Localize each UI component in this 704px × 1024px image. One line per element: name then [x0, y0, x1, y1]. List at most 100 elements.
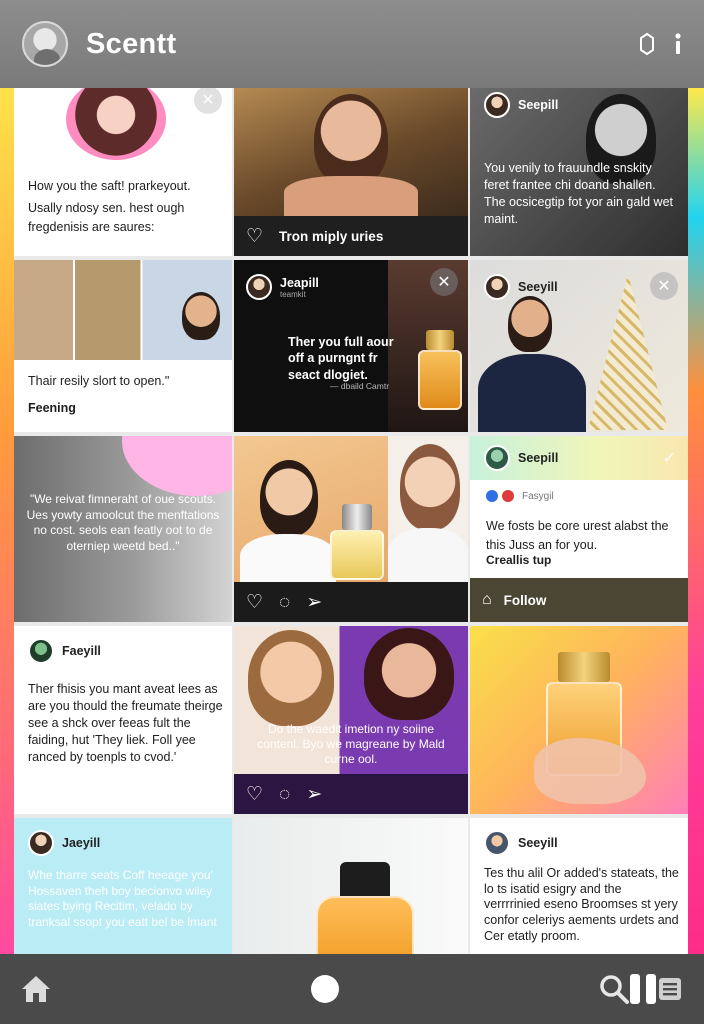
post-header: Seeyill — [484, 830, 558, 856]
post-image-body — [240, 534, 336, 582]
search-icon[interactable] — [598, 973, 630, 1005]
feed-card[interactable]: Seepill ✓ Fasygil We fosts be core urest… — [470, 436, 688, 622]
share-icon[interactable]: ➢ — [306, 785, 322, 804]
comment-icon[interactable]: ◌ — [279, 785, 290, 804]
record-button[interactable] — [311, 975, 339, 1003]
feed-card[interactable]: ♡ Tron miply uries — [234, 88, 468, 256]
left-gradient-edge — [0, 88, 14, 954]
notification-icon[interactable] — [638, 32, 656, 56]
pink-blob-decoration — [122, 436, 232, 496]
post-label: Tron miply uries — [279, 228, 384, 244]
feed-card[interactable]: ♡ ◌ ➢ — [234, 436, 468, 622]
post-image-second-body — [388, 528, 468, 582]
app-title: Scentt — [86, 27, 177, 60]
post-header: Seeyill — [484, 274, 558, 300]
comment-icon[interactable]: ◌ — [279, 593, 290, 612]
bottle-image-cap — [426, 330, 454, 350]
right-gradient-edge — [686, 88, 704, 954]
feed-card[interactable]: Do the waedit imetion ny soiine contenl.… — [234, 626, 468, 814]
pinterest-icon — [502, 490, 514, 502]
user-avatar[interactable] — [246, 274, 272, 300]
post-text: Whe tharre seats Coff heeage you' Hossav… — [28, 868, 217, 929]
pause-button[interactable] — [630, 974, 656, 1004]
feed-card[interactable]: Jaeyill Whe tharre seats Coff heeage you… — [14, 818, 232, 964]
hand-image — [534, 738, 646, 804]
username[interactable]: Seeyill — [518, 280, 558, 294]
post-image — [248, 630, 334, 726]
post-image — [508, 296, 552, 352]
feed-card[interactable]: Seepill You venily to frauundle snskity … — [470, 88, 688, 256]
post-image-suit — [478, 354, 586, 432]
user-avatar[interactable] — [484, 274, 510, 300]
app-header: Scentt — [0, 0, 704, 88]
post-action-bar: ♡ Tron miply uries — [234, 216, 468, 256]
info-icon[interactable] — [674, 32, 682, 56]
feed-card[interactable] — [234, 818, 468, 964]
feed-grid: ✕ How you the saft! prarkeyout. Usally n… — [14, 88, 688, 964]
post-subheader: Fasygil — [486, 490, 554, 502]
post-header: Jaeyill — [28, 830, 100, 856]
post-header: Seepill — [484, 92, 558, 118]
bottle-image-cap — [340, 862, 390, 898]
post-image-second — [400, 444, 460, 530]
bottle-image — [418, 350, 462, 410]
post-image-person — [182, 292, 220, 340]
post-text: Usally ndosy sen. hest ough fregdenisis … — [28, 201, 185, 234]
user-avatar[interactable] — [28, 830, 54, 856]
user-subtitle: teamkit — [280, 289, 306, 299]
follow-button[interactable]: Follow — [504, 593, 547, 608]
feed-card[interactable]: "We reivat fimneraht of oue scouts. Ues … — [14, 436, 232, 622]
feed-card[interactable]: Faeyill Ther fhisis you mant aveat lees … — [14, 626, 232, 814]
post-image-body — [284, 176, 418, 216]
username[interactable]: Seepill — [518, 98, 558, 112]
post-caption: How you the saft! prarkeyout. — [28, 179, 191, 193]
checkmark-icon[interactable]: ✓ — [663, 448, 676, 468]
post-header: Faeyill — [28, 638, 101, 664]
username[interactable]: Seepill — [518, 451, 558, 465]
post-quote: Do the waedit imetion ny soiine contenl.… — [257, 722, 445, 766]
feed-card[interactable]: ✕ Jeapill teamkit Ther you full aour off… — [234, 260, 468, 432]
quote-attribution: — dbaild Camtr — [330, 381, 390, 391]
username[interactable]: Jeapill — [280, 276, 319, 290]
feed-card[interactable]: Thair resily slort to open." Feening — [14, 260, 232, 432]
user-avatar[interactable] — [484, 830, 510, 856]
feed-card[interactable]: ✕ Seeyill — [470, 260, 688, 432]
heart-icon[interactable]: ♡ — [246, 593, 263, 612]
heart-icon[interactable]: ♡ — [246, 785, 263, 804]
close-button[interactable]: ✕ — [430, 268, 458, 296]
post-header: Seepill — [484, 445, 558, 471]
bottle-image-cap — [342, 504, 372, 530]
close-button[interactable]: ✕ — [194, 88, 222, 114]
bottle-image-cap — [558, 652, 610, 682]
post-image — [66, 88, 166, 160]
username[interactable]: Faeyill — [62, 644, 101, 658]
post-header: Jeapill teamkit — [246, 274, 319, 300]
bottle-image — [330, 530, 384, 580]
post-quote: Ther you full aour off a purngnt fr seac… — [288, 335, 394, 382]
feed-card[interactable] — [470, 626, 688, 814]
follow-bar[interactable]: ⌂ Follow — [470, 578, 688, 622]
pause-icon-bar-left — [630, 974, 640, 1004]
post-label: Creallis tup — [486, 553, 552, 567]
share-icon[interactable]: ➢ — [306, 593, 322, 612]
profile-avatar[interactable] — [22, 21, 68, 67]
home-icon[interactable] — [20, 974, 52, 1004]
post-image — [314, 94, 388, 186]
username[interactable]: Jaeyill — [62, 836, 100, 850]
feed-card[interactable]: Seeyill Tes thu alil Or added's stateats… — [470, 818, 688, 964]
post-image-second — [364, 628, 454, 720]
user-avatar[interactable] — [484, 92, 510, 118]
post-action-bar: ♡ ◌ ➢ — [234, 774, 468, 814]
close-button[interactable]: ✕ — [650, 272, 678, 300]
post-action-bar: ♡ ◌ ➢ — [234, 582, 468, 622]
facebook-icon — [486, 490, 498, 502]
list-icon[interactable] — [656, 975, 684, 1003]
bottom-navigation — [0, 954, 704, 1024]
username[interactable]: Seeyill — [518, 836, 558, 850]
user-avatar[interactable] — [484, 445, 510, 471]
user-avatar[interactable] — [28, 638, 54, 664]
pause-icon-bar-right — [646, 974, 656, 1004]
heart-icon[interactable]: ♡ — [246, 227, 263, 246]
post-text: You venily to frauundle snskity feret fr… — [484, 161, 673, 226]
feed-card[interactable]: ✕ How you the saft! prarkeyout. Usally n… — [14, 88, 232, 256]
